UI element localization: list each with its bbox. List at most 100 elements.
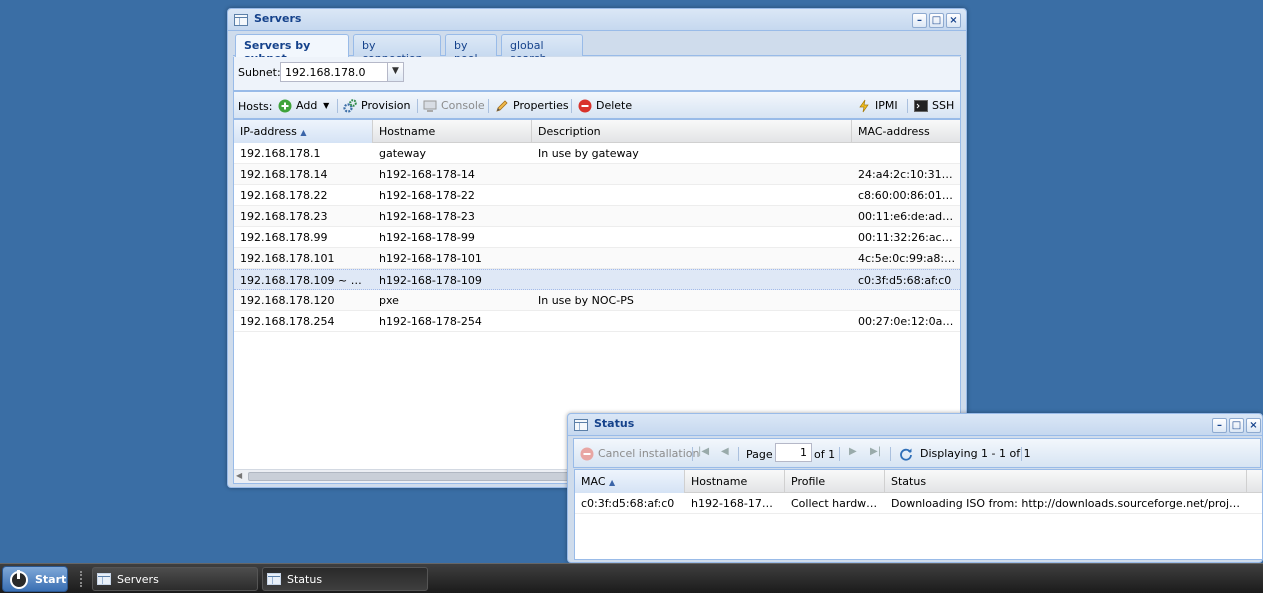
scrollbar-thumb[interactable] [248, 472, 578, 481]
status-window: Status – □ × Cancel installation |◀ ◀ Pa… [567, 413, 1263, 563]
page-number-input[interactable]: 1 [775, 443, 812, 462]
prev-page-icon[interactable]: ◀ [721, 446, 729, 457]
table-row[interactable]: 192.168.178.120 pxe In use by NOC-PS [234, 290, 960, 311]
cancel-installation-button[interactable]: Cancel installation [580, 445, 700, 463]
cell-hostname: h192-168-178-1… [691, 497, 785, 510]
taskbar-item-servers[interactable]: Servers [92, 567, 258, 591]
cell-mac-address: c0:3f:d5:68:af:c0 [858, 274, 952, 287]
toolbar-separator [337, 99, 338, 113]
terminal-icon [914, 100, 928, 112]
servers-window-title: Servers [254, 12, 302, 25]
page-label: Page [746, 448, 773, 461]
chevron-down-icon: ▼ [323, 101, 330, 110]
add-button[interactable]: Add ▼ [278, 97, 329, 115]
window-icon [574, 419, 588, 431]
status-toolbar: Cancel installation |◀ ◀ Page 1 of 1 ▶ ▶… [573, 438, 1261, 468]
refresh-icon [900, 448, 912, 461]
cell-ip-address: 192.168.178.120 [240, 294, 335, 307]
cell-mac-address: 00:27:0e:12:0a:22 [858, 315, 961, 328]
delete-icon [578, 99, 592, 113]
cell-hostname: h192-168-178-23 [379, 210, 475, 223]
servers-tabs: Servers by subnet by connection by pool … [233, 32, 961, 65]
cell-mac-address: 24:a4:2c:10:31:3e [858, 168, 960, 181]
power-icon [10, 570, 28, 589]
cell-description [532, 227, 852, 248]
table-row[interactable]: 192.168.178.99 h192-168-178-99 00:11:32:26… [234, 227, 960, 248]
tab-by-connection[interactable]: by connection [353, 34, 441, 65]
tab-by-pool[interactable]: by pool [445, 34, 497, 65]
table-row[interactable]: 192.168.178.1 gateway In use by gateway [234, 143, 960, 164]
cell-mac-address: c8:60:00:86:01:b1 [858, 189, 960, 202]
column-status[interactable]: Status [885, 470, 1247, 493]
subnet-label: Subnet: [238, 66, 281, 79]
column-mac[interactable]: MAC ▲ [575, 470, 685, 493]
column-profile[interactable]: Profile [785, 470, 885, 493]
close-icon[interactable]: × [1246, 418, 1261, 433]
minimize-icon[interactable]: – [912, 13, 927, 28]
cell-hostname: h192-168-178-22 [379, 189, 475, 202]
table-row[interactable]: 192.168.178.23 h192-168-178-23 00:11:e6:de… [234, 206, 960, 227]
taskbar: Start Servers Status [0, 563, 1263, 593]
tab-global-search[interactable]: global search [501, 34, 583, 65]
taskbar-item-status[interactable]: Status [262, 567, 428, 591]
window-icon [234, 14, 248, 26]
cell-ip-address: 192.168.178.1 [240, 147, 321, 160]
column-hostname[interactable]: Hostname [373, 120, 532, 143]
hosts-label: Hosts: [238, 100, 273, 113]
toolbar-separator [839, 447, 840, 461]
table-row[interactable]: 192.168.178.14 h192-168-178-14 24:a4:2c:10… [234, 164, 960, 185]
column-ip-address[interactable]: IP-address ▲ [234, 120, 373, 143]
cell-mac-address [852, 290, 960, 311]
maximize-icon[interactable]: □ [929, 13, 944, 28]
chevron-down-icon[interactable]: ▼ [387, 62, 404, 82]
table-row[interactable]: c0:3f:d5:68:af:c0 h192-168-178-1… Collec… [575, 493, 1262, 514]
table-row[interactable]: 192.168.178.109 ~ 110 h192-168-178-109 c0:… [234, 269, 960, 290]
properties-button[interactable]: Properties [495, 97, 569, 115]
maximize-icon[interactable]: □ [1229, 418, 1244, 433]
cell-description [532, 311, 852, 332]
toolbar-separator [417, 99, 418, 113]
cell-mac-address: 4c:5e:0c:99:a8:da [858, 252, 958, 265]
ssh-button[interactable]: SSH [914, 97, 954, 115]
minimize-icon[interactable]: – [1212, 418, 1227, 433]
cell-ip-address: 192.168.178.101 [240, 252, 335, 265]
cell-description [532, 164, 852, 185]
column-mac-address[interactable]: MAC-address [852, 120, 960, 143]
taskbar-grip [80, 571, 83, 587]
provision-button[interactable]: Provision [343, 97, 411, 115]
toolbar-separator [1021, 447, 1022, 461]
column-hostname[interactable]: Hostname [685, 470, 785, 493]
cell-description [532, 248, 852, 269]
servers-window-header[interactable]: Servers – □ × [228, 9, 966, 31]
table-row[interactable]: 192.168.178.101 h192-168-178-101 4c:5e:0c:… [234, 248, 960, 269]
start-button[interactable]: Start [2, 566, 68, 592]
status-window-title: Status [594, 417, 635, 430]
first-page-icon[interactable]: |◀ [698, 446, 709, 457]
column-description[interactable]: Description [532, 120, 852, 143]
cell-ip-address: 192.168.178.23 [240, 210, 328, 223]
delete-button[interactable]: Delete [578, 97, 632, 115]
close-icon[interactable]: × [946, 13, 961, 28]
ipmi-button[interactable]: IPMI [857, 97, 898, 115]
next-page-icon[interactable]: ▶ [849, 446, 857, 457]
pencil-icon [496, 100, 508, 112]
window-icon [97, 573, 111, 585]
console-button[interactable]: Console [423, 97, 485, 115]
tab-servers-by-subnet[interactable]: Servers by subnet [235, 34, 349, 65]
scroll-left-icon[interactable]: ◀ [236, 471, 242, 480]
cancel-icon [580, 447, 594, 461]
cell-description: In use by NOC-PS [538, 294, 634, 307]
table-row[interactable]: 192.168.178.254 h192-168-178-254 00:27:0e:… [234, 311, 960, 332]
cell-mac: c0:3f:d5:68:af:c0 [581, 497, 675, 510]
refresh-button[interactable]: Displaying 1 - 1 of 1 [899, 445, 1031, 463]
cell-hostname: h192-168-178-254 [379, 315, 482, 328]
table-row[interactable]: 192.168.178.22 h192-168-178-22 c8:60:00:86… [234, 185, 960, 206]
status-window-header[interactable]: Status – □ × [568, 414, 1262, 436]
displaying-label: Displaying 1 - 1 of 1 [920, 447, 1031, 460]
hosts-grid-header: IP-address ▲ Hostname Description MAC-ad… [234, 120, 960, 143]
subnet-combo[interactable]: 192.168.178.0 [280, 62, 388, 82]
last-page-icon[interactable]: ▶| [870, 446, 881, 457]
page-count-label: of 1 [814, 448, 836, 461]
cell-profile: Collect hardwar… [791, 497, 885, 510]
cell-description [532, 270, 852, 291]
